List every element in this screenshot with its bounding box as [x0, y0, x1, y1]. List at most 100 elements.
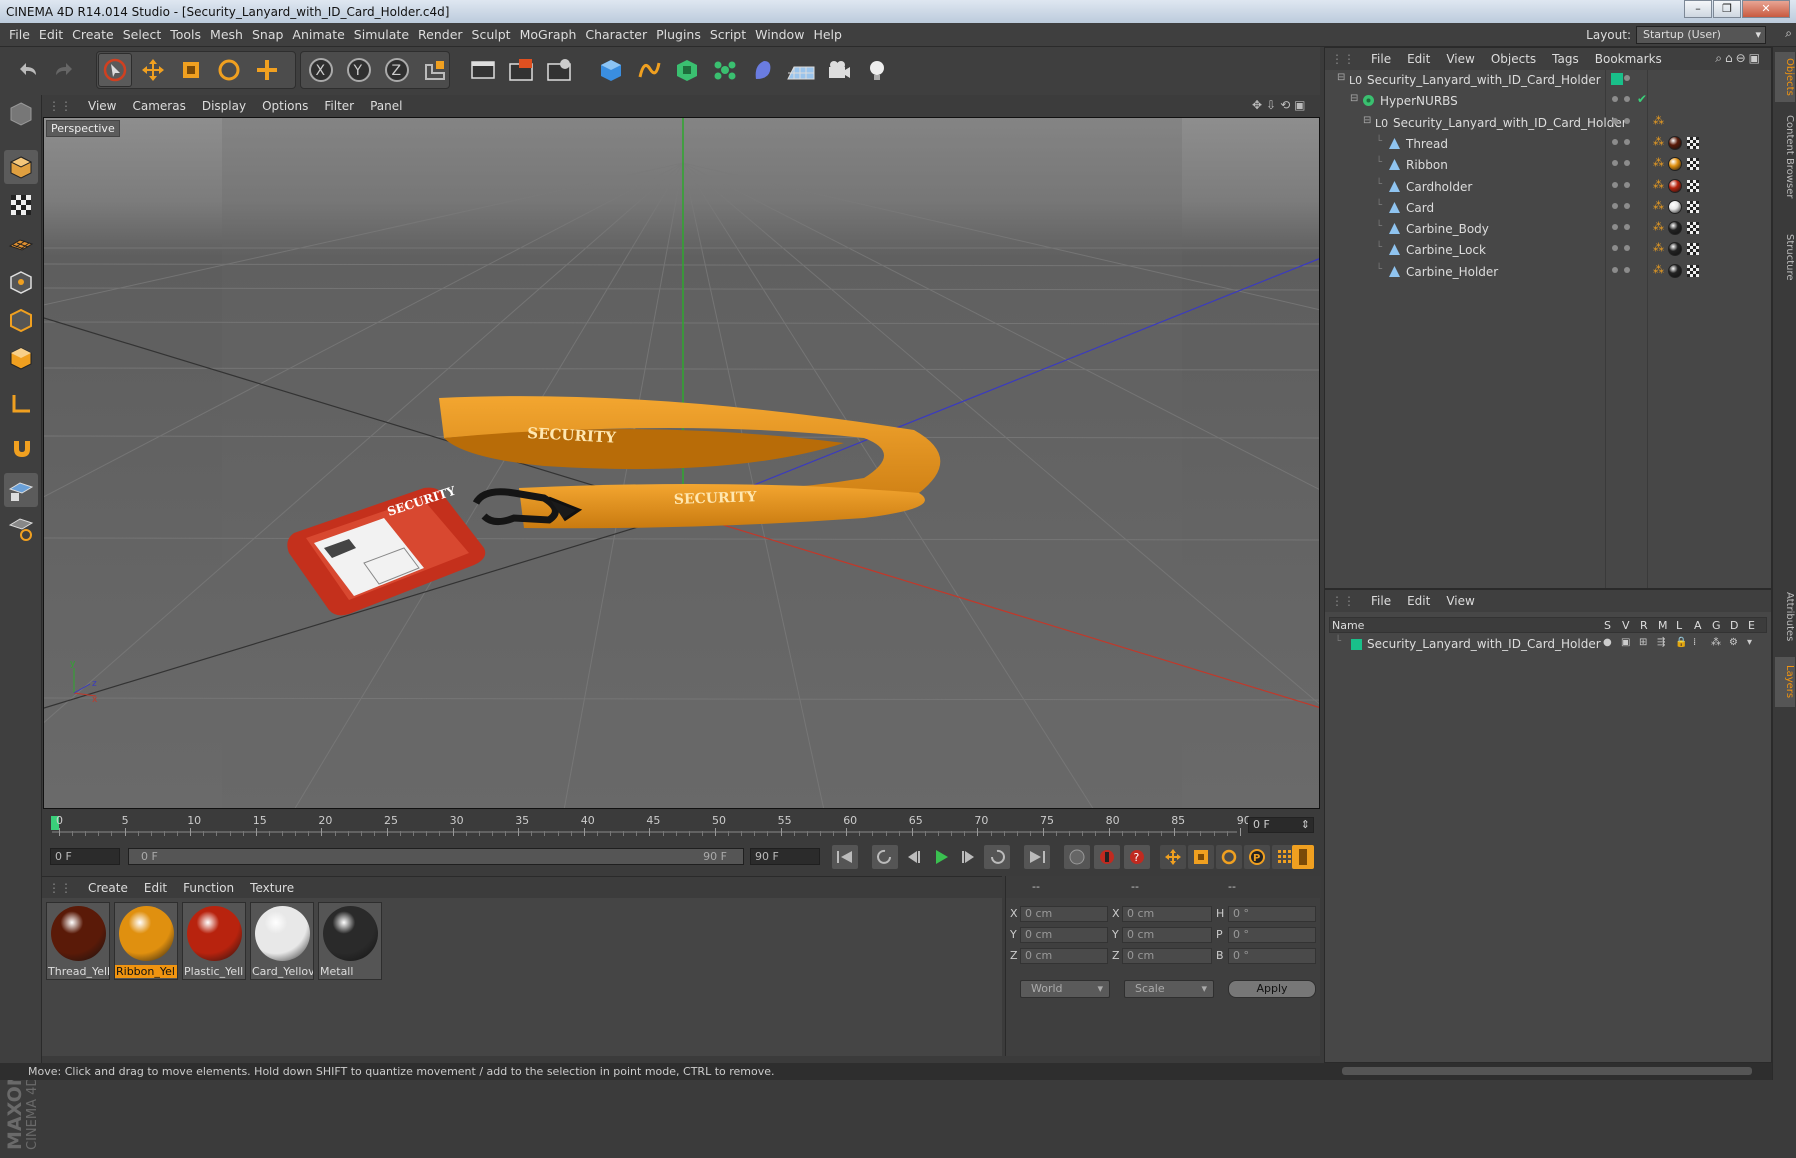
undo-icon[interactable]: [10, 53, 44, 87]
object-row[interactable]: L0 ⊟ Security_Lanyard_with_ID_Card_Holder: [1325, 70, 1771, 91]
frame-range-slider[interactable]: 0 F 90 F: [128, 848, 744, 865]
material-swatch[interactable]: Plastic_Yell: [182, 902, 246, 980]
visibility-editor-dot[interactable]: [1612, 181, 1618, 188]
object-row[interactable]: └ Ribbon ⁂: [1325, 155, 1771, 176]
menu-help[interactable]: Help: [813, 27, 842, 42]
menu-simulate[interactable]: Simulate: [354, 27, 409, 42]
viewport-menu-cameras[interactable]: Cameras: [132, 99, 185, 113]
layer-row[interactable]: └ Security_Lanyard_with_ID_Card_Holder ● ▣ ⊞…: [1329, 636, 1767, 654]
menu-character[interactable]: Character: [585, 27, 647, 42]
prev-keyframe-icon[interactable]: [872, 845, 898, 869]
layer-col-header[interactable]: L: [1676, 619, 1682, 632]
layer-col-header[interactable]: V: [1622, 619, 1630, 632]
make-editable-icon[interactable]: [4, 97, 38, 131]
object-manager-nav-icons[interactable]: ⌕⌂⊖▣: [1715, 51, 1763, 66]
prev-frame-icon[interactable]: [900, 845, 926, 869]
end-frame-field[interactable]: 90 F: [750, 848, 820, 865]
horizontal-scrollbar[interactable]: [1324, 1063, 1772, 1080]
minimize-button[interactable]: –: [1684, 0, 1712, 18]
visibility-render-dot[interactable]: [1624, 202, 1630, 209]
viewport-menu-view[interactable]: View: [88, 99, 116, 113]
render-settings-icon[interactable]: [542, 53, 576, 87]
side-tab-layers[interactable]: Layers: [1775, 657, 1795, 707]
next-keyframe-icon[interactable]: [984, 845, 1010, 869]
cube-primitive-icon[interactable]: [594, 53, 628, 87]
viewport-menu-options[interactable]: Options: [262, 99, 308, 113]
material-menu-function[interactable]: Function: [183, 881, 234, 895]
material-menu-create[interactable]: Create: [88, 881, 128, 895]
visibility-render-dot[interactable]: [1624, 138, 1630, 145]
locked-workplane-icon[interactable]: [4, 473, 38, 507]
restore-button[interactable]: ❐: [1713, 0, 1741, 18]
visibility-editor-dot[interactable]: [1612, 202, 1618, 209]
material-menu-texture[interactable]: Texture: [250, 881, 294, 895]
menu-create[interactable]: Create: [72, 27, 114, 42]
rotate-icon[interactable]: [212, 53, 246, 87]
visibility-render-dot[interactable]: [1624, 245, 1630, 252]
layer-toggle-icon[interactable]: ●: [1603, 637, 1612, 648]
expand-icon[interactable]: ⊟: [1350, 93, 1358, 104]
visibility-render-dot[interactable]: [1624, 117, 1630, 124]
phong-tag-icon[interactable]: ⁂: [1653, 114, 1664, 127]
uvw-tag-icon[interactable]: [1687, 264, 1699, 277]
model-mode-icon[interactable]: [4, 150, 38, 184]
apply-button[interactable]: Apply: [1228, 980, 1316, 998]
visibility-render-dot[interactable]: [1624, 181, 1630, 188]
planar-workplane-icon[interactable]: [4, 511, 38, 545]
visibility-render-dot[interactable]: [1624, 266, 1630, 273]
camera-icon[interactable]: [822, 53, 856, 87]
side-tab-content-browser[interactable]: Content Browser: [1775, 107, 1795, 207]
rotation-field[interactable]: 0 °: [1228, 906, 1316, 922]
phong-tag-icon[interactable]: ⁂: [1653, 135, 1664, 148]
side-tab-structure[interactable]: Structure: [1775, 217, 1795, 297]
object-row[interactable]: L0 ⊟ Security_Lanyard_with_ID_Card_Holder ⁂: [1325, 113, 1771, 134]
object-row[interactable]: ⊟ HyperNURBS ✔: [1325, 91, 1771, 112]
nurbs-icon[interactable]: [670, 53, 704, 87]
environment-icon[interactable]: [784, 53, 818, 87]
position-field[interactable]: 0 cm: [1020, 948, 1108, 964]
autokey-icon[interactable]: [1094, 845, 1120, 869]
object-row[interactable]: └ Thread ⁂: [1325, 134, 1771, 155]
layer-menu-edit[interactable]: Edit: [1407, 594, 1430, 608]
object-menu-bookmarks[interactable]: Bookmarks: [1595, 52, 1662, 66]
timeline-window-icon[interactable]: [1292, 845, 1314, 869]
play-icon[interactable]: [928, 845, 954, 869]
object-menu-edit[interactable]: Edit: [1407, 52, 1430, 66]
viewport-menu-filter[interactable]: Filter: [324, 99, 354, 113]
scale-mode-dropdown[interactable]: Scale ▾: [1124, 980, 1214, 998]
visibility-editor-dot[interactable]: [1612, 266, 1618, 273]
layer-col-header[interactable]: S: [1604, 619, 1611, 632]
light-icon[interactable]: [860, 53, 894, 87]
layer-toggle-icon[interactable]: 🔒: [1675, 637, 1687, 648]
material-tag-icon[interactable]: [1668, 135, 1682, 150]
close-button[interactable]: ✕: [1742, 0, 1790, 18]
goto-start-icon[interactable]: [832, 845, 858, 869]
viewport-menu-panel[interactable]: Panel: [370, 99, 402, 113]
menu-snap[interactable]: Snap: [252, 27, 283, 42]
menu-mograph[interactable]: MoGraph: [520, 27, 577, 42]
live-selection-icon[interactable]: [98, 53, 132, 87]
object-menu-file[interactable]: File: [1371, 52, 1391, 66]
start-frame-field[interactable]: 0 F: [50, 848, 120, 865]
menu-animate[interactable]: Animate: [292, 27, 344, 42]
object-menu-objects[interactable]: Objects: [1491, 52, 1536, 66]
object-row[interactable]: └ Cardholder ⁂: [1325, 177, 1771, 198]
layer-toggle-icon[interactable]: ▣: [1621, 637, 1630, 648]
layer-menu-view[interactable]: View: [1446, 594, 1474, 608]
material-swatch[interactable]: Ribbon_Yel: [114, 902, 178, 980]
layer-toggle-icon[interactable]: ⚙: [1729, 637, 1738, 648]
scale-icon[interactable]: [174, 53, 208, 87]
rotation-field[interactable]: 0 °: [1228, 948, 1316, 964]
z-axis-icon[interactable]: Z: [380, 53, 414, 87]
coordinate-system-icon[interactable]: [418, 53, 452, 87]
visibility-editor-dot[interactable]: [1612, 96, 1618, 103]
side-tab-attributes[interactable]: Attributes: [1775, 587, 1795, 647]
key-scale-icon[interactable]: [1188, 845, 1214, 869]
viewport-perspective[interactable]: SECURITY SECURITY SECURITY yzx Perspecti…: [43, 117, 1320, 809]
material-swatch[interactable]: Thread_Yell: [46, 902, 110, 980]
goto-end-icon[interactable]: [1024, 845, 1050, 869]
visibility-render-dot[interactable]: [1624, 224, 1630, 231]
object-row[interactable]: └ Carbine_Holder ⁂: [1325, 262, 1771, 283]
layout-dropdown[interactable]: Startup (User) ▾: [1636, 26, 1766, 44]
object-row[interactable]: └ Carbine_Body ⁂: [1325, 219, 1771, 240]
